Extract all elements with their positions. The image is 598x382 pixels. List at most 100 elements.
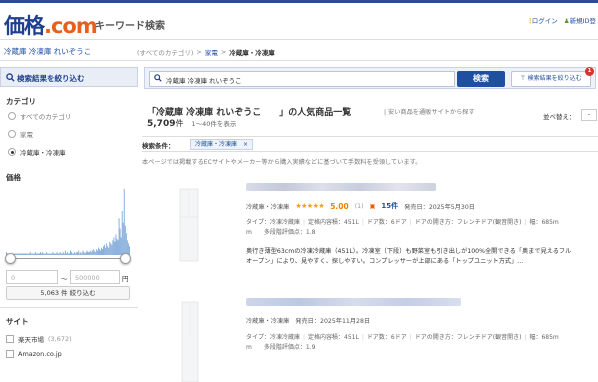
breadcrumb-separator: >: [220, 48, 227, 56]
search-button[interactable]: 検索: [457, 71, 505, 87]
histogram-bar: [125, 233, 127, 255]
product-item: 冷蔵庫・冷凍庫 発売日：2025年11月28日 タイプ：冷凍冷蔵庫 | 定格内容積：…: [142, 292, 598, 382]
product-meta: 冷蔵庫・冷凍庫 ★★★★★ 5.00 (1) ▣ 15件 発売日：2025年5月…: [246, 201, 475, 211]
histogram-bar: [47, 253, 49, 255]
histogram-bar: [79, 253, 81, 255]
search-conditions: 検索条件： 冷蔵庫・冷凍庫 ×: [142, 136, 598, 152]
histogram-bar: [29, 252, 31, 255]
checkbox[interactable]: [6, 350, 14, 358]
histogram-bar: [107, 246, 109, 255]
histogram-bar: [122, 222, 124, 255]
filter-header: 検索結果を絞り込む: [0, 67, 138, 87]
histogram-bar: [82, 250, 84, 255]
histogram-bar: [104, 244, 106, 255]
product-meta: 冷蔵庫・冷凍庫 発売日：2025年11月28日: [246, 316, 370, 325]
radio-button[interactable]: [8, 112, 16, 120]
histogram-bar: [76, 252, 78, 255]
histogram-bar: [78, 250, 80, 255]
histogram-bar: [21, 253, 23, 255]
histogram-bar: [101, 247, 102, 255]
breadcrumb-category[interactable]: 家電: [205, 47, 218, 57]
release-date: 発売日：2025年5月30日: [404, 203, 475, 211]
histogram-bar: [17, 253, 19, 255]
histogram-bar: [114, 241, 116, 255]
filter-header-label: 検索結果を絞り込む: [17, 74, 85, 83]
histogram-bar: [27, 253, 29, 255]
price-slider-max-handle[interactable]: [120, 253, 131, 264]
conditions-label: 検索条件：: [142, 142, 175, 150]
checkbox[interactable]: [6, 335, 14, 343]
shop-count[interactable]: 15件: [381, 201, 398, 211]
product-thumbnail[interactable]: [146, 183, 232, 269]
product-specs: タイプ：冷凍冷蔵庫 | 定格内容積：451L | ドア数：6ドア | ドアの開き方：フレンチ…: [246, 334, 559, 351]
histogram-bar: [94, 252, 96, 255]
histogram-bar: [68, 253, 69, 255]
histogram-bar: [96, 250, 98, 255]
histogram-bar: [95, 249, 97, 255]
site-filter-rakuten[interactable]: 楽天市場 (3,672): [6, 334, 72, 344]
product-description: 奥行き薄型63cmの冷凍冷蔵庫（451L）。冷凍室（下段）も野菜室も引き出しが1…: [246, 248, 572, 265]
histogram-bar: [103, 246, 105, 255]
histogram-bar: [90, 252, 92, 255]
search-icon: [154, 74, 162, 82]
site-filter-amazon[interactable]: Amazon.co.jp: [6, 350, 62, 358]
histogram-bar: [69, 253, 70, 255]
histogram-bar: [51, 253, 53, 255]
histogram-bar: [86, 250, 88, 255]
histogram-bar: [34, 252, 36, 255]
histogram-bar: [42, 252, 44, 255]
histogram-bar: [70, 250, 71, 255]
histogram-bar: [58, 253, 60, 255]
search-input[interactable]: 冷蔵庫 冷凍庫 れいぞうこ: [149, 71, 455, 87]
sort-label: 並べ替え：: [543, 113, 576, 121]
condition-chip[interactable]: 冷蔵庫・冷凍庫 ×: [190, 139, 254, 150]
register-link[interactable]: ♟新規ID登: [564, 15, 596, 25]
site-logo[interactable]: 価格.com: [4, 10, 98, 40]
breadcrumb-separator: >: [196, 48, 202, 56]
histogram-bar: [41, 253, 43, 255]
histogram-bar: [84, 253, 86, 255]
histogram-bar: [123, 189, 125, 255]
radio-button[interactable]: [8, 130, 16, 138]
histogram-bar: [20, 253, 22, 255]
price-slider-min-handle[interactable]: [5, 253, 16, 264]
price-section-title: 価格: [6, 173, 21, 182]
histogram-bar: [19, 253, 21, 255]
histogram-bar: [113, 237, 115, 255]
price-histogram: [6, 189, 130, 255]
product-category: 冷蔵庫・冷凍庫: [246, 318, 290, 325]
sort-select[interactable]: -: [581, 109, 597, 121]
histogram-bar: [56, 252, 58, 255]
histogram-bar: [118, 218, 120, 255]
narrow-search-button[interactable]: ⊤ 検索結果を絞り込む 1: [511, 67, 594, 87]
histogram-bar: [65, 253, 67, 255]
histogram-bar: [61, 253, 63, 255]
product-thumbnail[interactable]: [146, 296, 232, 382]
category-option-refrigerator[interactable]: 冷蔵庫・冷凍庫: [8, 147, 66, 157]
category-option-appliances[interactable]: 家電: [8, 129, 33, 139]
histogram-bar: [116, 238, 118, 255]
shop-icon: ▣: [369, 202, 376, 210]
breadcrumb-all-categories[interactable]: (すべてのカテゴリ): [137, 47, 193, 57]
histogram-bar: [93, 250, 95, 255]
product-title-blurred[interactable]: [246, 183, 436, 191]
histogram-bar: [97, 247, 99, 255]
price-max-input[interactable]: 500000: [70, 270, 120, 284]
affiliate-note: 本ページでは掲載するECサイトやメーカー等から購入実績などに基づいて手数料を受領…: [142, 159, 422, 166]
price-min-input[interactable]: 0: [6, 270, 58, 284]
release-date: 発売日：2025年11月28日: [295, 318, 371, 325]
price-slider-track[interactable]: [10, 258, 124, 259]
header-links: [ログイン ♟新規ID登: [529, 15, 596, 25]
rating-count[interactable]: (1): [355, 203, 364, 210]
login-link[interactable]: [ログイン: [529, 15, 558, 25]
product-title-blurred[interactable]: [246, 298, 461, 306]
category-option-all[interactable]: すべてのカテゴリ: [8, 111, 71, 121]
histogram-bar: [88, 252, 90, 255]
histogram-bar: [119, 228, 121, 255]
breadcrumb-current: 冷蔵庫・冷凍庫: [229, 49, 275, 57]
histogram-bar: [100, 250, 101, 255]
histogram-bar: [22, 253, 24, 255]
radio-button-selected[interactable]: [8, 148, 16, 156]
narrow-results-button[interactable]: 5,063 件 絞り込む: [6, 286, 130, 300]
histogram-bar: [35, 253, 37, 255]
